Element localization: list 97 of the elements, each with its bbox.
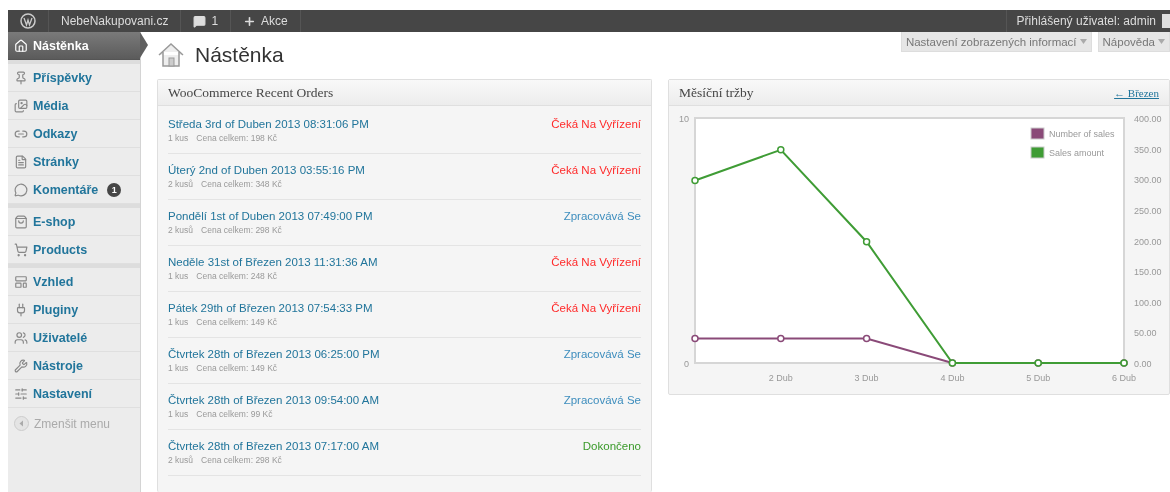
item-count: 1 kus — [168, 271, 189, 281]
sliders-icon — [14, 386, 28, 401]
menu-item[interactable]: Média — [8, 92, 140, 120]
avatar — [1162, 14, 1170, 28]
screen-options-button[interactable]: Nápověda — [1097, 32, 1170, 52]
axis-label: 350.00 — [1134, 144, 1162, 155]
menu-item[interactable]: Komentáře 1 — [8, 176, 140, 204]
menu-item[interactable]: Vzhled — [8, 268, 140, 296]
axis-label: 50.00 — [1134, 328, 1157, 339]
axis-label: 200.00 — [1134, 236, 1162, 247]
previous-month-link[interactable]: ← Březen — [1114, 86, 1159, 99]
collapse-icon — [14, 416, 29, 431]
axis-label: 100.00 — [1134, 297, 1162, 308]
order-link[interactable]: Úterý 2nd of Duben 2013 03:55:16 PM — [168, 164, 365, 176]
menu-item[interactable]: Stránky — [8, 148, 140, 176]
order-status: Čeká Na Vyřízení — [551, 302, 641, 316]
order-total: Cena celkem: 298 Kč — [201, 455, 282, 465]
users-icon — [14, 330, 28, 345]
item-count: 2 kusů — [168, 455, 194, 465]
order-total: Cena celkem: 149 Kč — [196, 317, 278, 327]
menu-item[interactable]: Nastavení — [8, 380, 140, 408]
wrench-icon — [14, 358, 28, 373]
axis-label: 6 Dub — [1112, 373, 1136, 383]
order-status: Zpracovává Se — [563, 394, 641, 408]
new-link[interactable]: Akce — [231, 10, 301, 32]
menu-item[interactable]: Odkazy — [8, 120, 140, 148]
data-point — [777, 146, 785, 154]
house-icon — [157, 42, 185, 68]
images-icon — [14, 98, 28, 113]
item-count: 1 kus — [168, 317, 189, 327]
pin-icon — [14, 70, 28, 85]
order-link[interactable]: Pondělí 1st of Duben 2013 07:49:00 PM — [168, 210, 373, 222]
page-icon — [14, 154, 28, 169]
plug-icon — [14, 302, 28, 317]
data-point — [777, 334, 785, 343]
data-point — [691, 176, 699, 185]
axis-label: 0.00 — [1134, 359, 1152, 369]
plus-icon — [243, 14, 257, 28]
axis-label: 250.00 — [1134, 205, 1162, 216]
axis-label: 4 Dub — [940, 373, 965, 383]
menu-item[interactable]: E-shop — [8, 208, 140, 236]
comments-link[interactable]: 1 — [181, 10, 232, 32]
order-link[interactable]: Čtvrtek 28th of Březen 2013 06:25:00 PM — [168, 348, 380, 360]
page-title: Nástěnka — [195, 43, 284, 67]
speech-bubble-icon — [14, 182, 28, 197]
order-link[interactable]: Neděle 31st of Březen 2013 11:31:36 AM — [168, 256, 378, 268]
bag-icon — [14, 214, 28, 229]
data-point — [691, 334, 699, 343]
layout-icon — [14, 274, 28, 289]
item-count: 1 kus — [168, 133, 189, 143]
house-icon — [14, 38, 28, 53]
order-total: Cena celkem: 348 Kč — [201, 179, 282, 189]
legend-label: Sales amount — [1049, 148, 1105, 158]
menu-item[interactable]: Pluginy — [8, 296, 140, 324]
panel-title: WooCommerce Recent Orders — [168, 84, 334, 101]
order-link[interactable]: Čtvrtek 28th of Březen 2013 07:17:00 AM — [168, 440, 379, 452]
axis-label: 150.00 — [1134, 267, 1162, 278]
order-status: Dokončeno — [582, 440, 641, 454]
order-link[interactable]: Středa 3rd of Duben 2013 08:31:06 PM — [168, 118, 369, 130]
order-link[interactable]: Pátek 29th of Březen 2013 07:54:33 PM — [168, 302, 373, 314]
axis-label: 300.00 — [1134, 175, 1162, 186]
order-status: Zpracovává Se — [563, 348, 641, 362]
screen-options-button[interactable]: Nastavení zobrazených informací — [900, 32, 1092, 52]
menu-item[interactable]: Příspěvky — [8, 64, 140, 92]
order-status: Zpracovává Se — [563, 210, 641, 224]
order-status: Čeká Na Vyřízení — [551, 164, 641, 178]
cart-icon — [14, 242, 28, 257]
menu-item[interactable]: Uživatelé — [8, 324, 140, 352]
axis-label: 2 Dub — [768, 373, 793, 383]
panel-title: Měsíční tržby — [679, 84, 754, 101]
logo-icon — [20, 13, 36, 29]
item-count: 1 kus — [168, 363, 189, 373]
order-total: Cena celkem: 198 Kč — [196, 133, 278, 143]
axis-label: 5 Dub — [1026, 373, 1051, 383]
comment-icon — [193, 14, 207, 28]
axis-label: 3 Dub — [854, 373, 879, 383]
data-point — [862, 334, 871, 343]
menu-item[interactable]: Nástroje — [8, 352, 140, 380]
data-point — [862, 238, 871, 246]
axis-label: 10 — [679, 114, 689, 124]
legend-label: Number of sales — [1049, 129, 1115, 139]
order-total: Cena celkem: 99 Kč — [196, 409, 273, 419]
caret-icon — [1079, 39, 1087, 44]
order-status: Čeká Na Vyřízení — [551, 256, 641, 270]
order-link[interactable]: Čtvrtek 28th of Březen 2013 09:54:00 AM — [168, 394, 379, 406]
axis-label: 400.00 — [1134, 114, 1162, 124]
item-count: 2 kusů — [168, 179, 194, 189]
item-count: 2 kusů — [168, 225, 194, 235]
order-total: Cena celkem: 248 Kč — [196, 271, 278, 281]
caret-icon — [1158, 39, 1165, 44]
menu-item[interactable]: Products — [8, 236, 140, 264]
count-badge: 1 — [107, 182, 122, 197]
order-total: Cena celkem: 149 Kč — [196, 363, 278, 373]
order-total: Cena celkem: 298 Kč — [201, 225, 282, 235]
order-status: Čeká Na Vyřízení — [551, 118, 641, 132]
axis-label: 0 — [684, 359, 689, 369]
item-count: 1 kus — [168, 409, 189, 419]
